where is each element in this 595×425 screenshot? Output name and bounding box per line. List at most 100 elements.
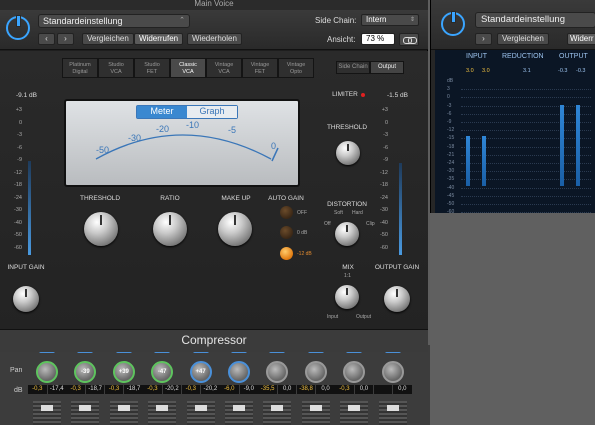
grid-line [461,171,591,173]
model-button-2[interactable]: Studio VCA [98,58,134,78]
scale-tick-label: -40 [380,219,388,226]
volume-fader[interactable] [263,401,292,425]
tab-sidechain[interactable]: Side Chain [336,61,370,74]
limiter-label[interactable]: LIMITER [330,91,360,98]
peak-value: -0,3 [66,385,85,394]
redo-button[interactable]: Wiederholen [187,33,242,45]
pan-knob[interactable] [266,361,289,383]
auto-gain-0db-button[interactable] [280,226,293,239]
second-preset-dropdown[interactable]: Standardeinstellung [475,12,595,28]
volume-fader[interactable] [340,401,369,425]
makeup-knob[interactable] [218,212,252,246]
output-gain-knob[interactable] [384,286,410,312]
sidechain-select[interactable]: Intern ⇕ [361,14,419,26]
pan-knob[interactable] [36,361,58,383]
volume-value[interactable]: 0,0 [354,385,374,394]
meter-scale-label: -20 [156,124,169,134]
volume-value[interactable]: -18,7 [85,385,105,394]
scale-tick-label: -40 [14,219,22,226]
reduction-value: 3.1 [523,68,531,74]
loudness-scale-label: -30 [447,168,455,175]
second-compare-button[interactable]: Vergleichen [497,33,549,45]
threshold-label: THRESHOLD [80,195,121,202]
prev-preset-button[interactable]: ‹ [38,33,55,45]
grid-line [461,195,591,197]
scale-tick-label: 0 [18,119,22,126]
loudness-scale-label: 0 [447,94,450,101]
volume-fader[interactable] [301,401,330,425]
input-gain-knob[interactable] [13,286,39,312]
model-button-3[interactable]: Studio FET [134,58,170,78]
scale-tick-label: -9 [383,157,388,163]
volume-value[interactable]: -17,4 [47,385,66,394]
model-type: VCA [110,69,122,75]
model-name: Classic [179,62,197,68]
volume-fader[interactable] [148,401,177,425]
link-icon[interactable] [399,33,419,46]
plugin-body: Platinum Digital Studio VCA Studio FET Classic… [0,51,428,329]
input-level-bar [28,161,31,255]
undo-button[interactable]: Widerrufen [134,33,184,45]
peak-value: -35,5 [258,385,277,394]
pan-knob[interactable]: -47 [151,361,174,383]
volume-value[interactable]: -20,2 [201,385,220,394]
threshold-knob[interactable] [84,212,118,246]
preset-dropdown[interactable]: Standardeinstellung ⌃ [38,14,190,28]
pan-knob[interactable] [381,361,404,383]
window-titlebar[interactable]: Main Voice [0,0,428,10]
volume-fader[interactable] [225,401,253,425]
volume-value[interactable]: -18,7 [124,385,143,394]
model-button-5[interactable]: Vintage VCA [206,58,242,78]
ratio-knob[interactable] [153,212,187,246]
volume-fader[interactable] [378,401,407,425]
second-prev-button[interactable]: › [475,33,492,45]
volume-value[interactable]: -20,2 [162,385,182,394]
volume-value[interactable]: -9,0 [239,385,258,394]
second-undo-button[interactable]: Widerr [567,33,595,45]
auto-gain-off-button[interactable] [280,206,293,219]
channel-values: -0,3 -20,2 [143,385,182,394]
pan-knob[interactable]: +47 [189,361,212,383]
mixer-channel-strip: +47 -0,3 -20,2 [181,345,220,425]
mixer-channel-strip: -0,3 -17,4 [28,345,66,425]
plugin-footer: Compressor [0,329,428,352]
pan-knob[interactable] [304,361,327,383]
scale-tick-label: +3 [381,107,388,113]
distortion-knob[interactable] [335,222,359,246]
limiter-threshold-knob[interactable] [336,141,360,165]
pan-knob[interactable] [343,361,366,383]
volume-fader[interactable] [109,401,138,425]
tab-output[interactable]: Output [370,61,404,74]
volume-value[interactable]: 0,0 [277,385,297,394]
power-icon[interactable] [6,15,30,40]
pan-knob[interactable] [228,361,250,383]
sidechain-label: Side Chain: [315,16,357,25]
mix-output-label: Output [356,314,372,320]
volume-fader[interactable] [71,401,100,425]
volume-fader[interactable] [33,401,61,425]
mix-knob[interactable] [335,285,359,309]
scale-tick-label: -30 [380,207,388,213]
input-level-readout: -9.1 dB [16,92,37,99]
model-button-4[interactable]: Classic VCA [170,58,206,78]
model-button-6[interactable]: Vintage FET [242,58,278,78]
volume-value[interactable]: 0,0 [393,385,412,394]
compare-button[interactable]: Vergleichen [82,33,134,45]
channel-values: -35,5 0,0 [258,385,297,394]
view-zoom-select[interactable]: 73 % [361,33,395,45]
auto-gain-off-label: OFF [297,210,307,216]
pan-knob[interactable]: +39 [112,361,135,383]
next-preset-button[interactable]: › [57,33,74,45]
model-button-7[interactable]: Vintage Opto [278,58,314,78]
auto-gain-12db-button[interactable] [280,247,293,260]
volume-fader[interactable] [186,401,215,425]
pan-knob[interactable]: -39 [74,361,97,383]
view-zoom-value: 73 % [366,34,385,43]
power-icon[interactable] [441,11,465,36]
window-title: Main Voice [194,0,234,8]
loudness-scale-label: -9 [447,119,452,125]
mixer-channel-strip: -39 -0,3 -18,7 [66,345,105,425]
volume-value[interactable]: 0,0 [316,385,335,394]
loudness-scale-label: -35 [447,176,455,183]
model-button-1[interactable]: Platinum Digital [62,58,98,78]
